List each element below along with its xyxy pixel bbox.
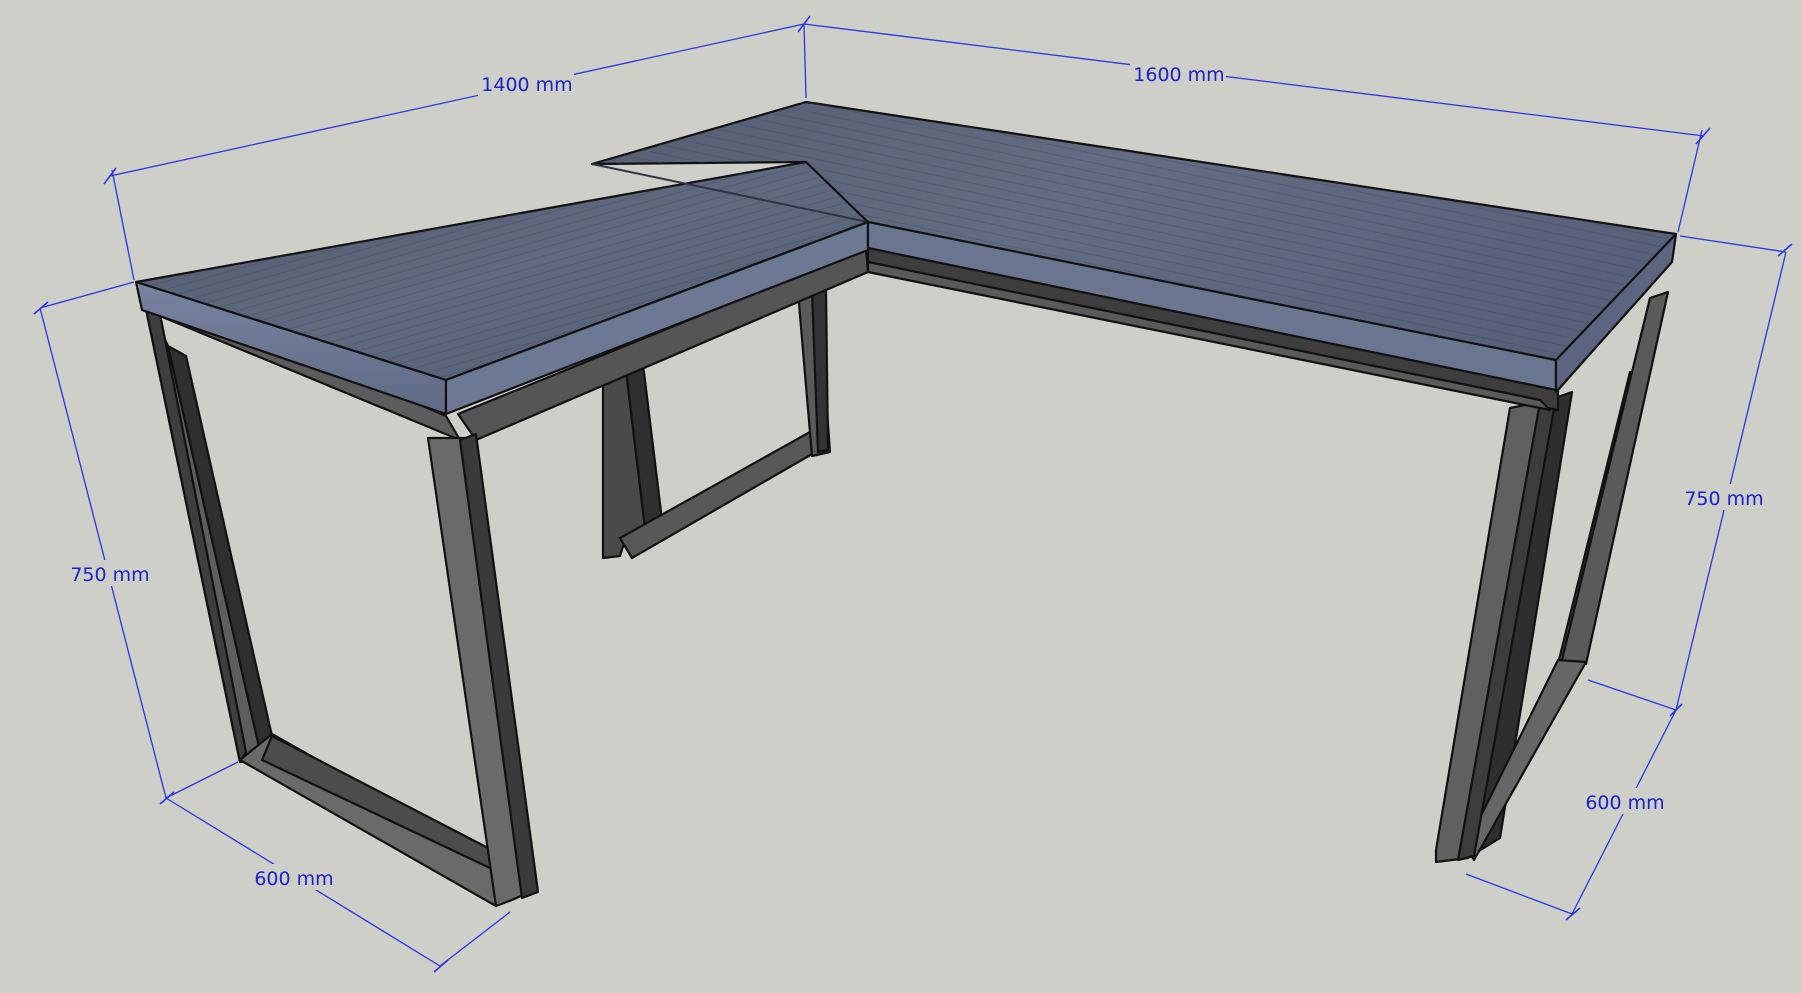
dim-label-left-height: 750 mm [70,564,149,586]
dim-label-right-height: 750 mm [1684,488,1763,510]
dim-label-right-depth: 600 mm [1585,792,1664,814]
dim-label-1400: 1400 mm [481,74,572,96]
dim-label-left-depth: 600 mm [254,868,333,890]
desk-diagram: 1400 mm 1600 mm 750 mm 750 mm 600 mm 600… [33,15,1793,973]
dim-label-1600: 1600 mm [1133,64,1224,86]
